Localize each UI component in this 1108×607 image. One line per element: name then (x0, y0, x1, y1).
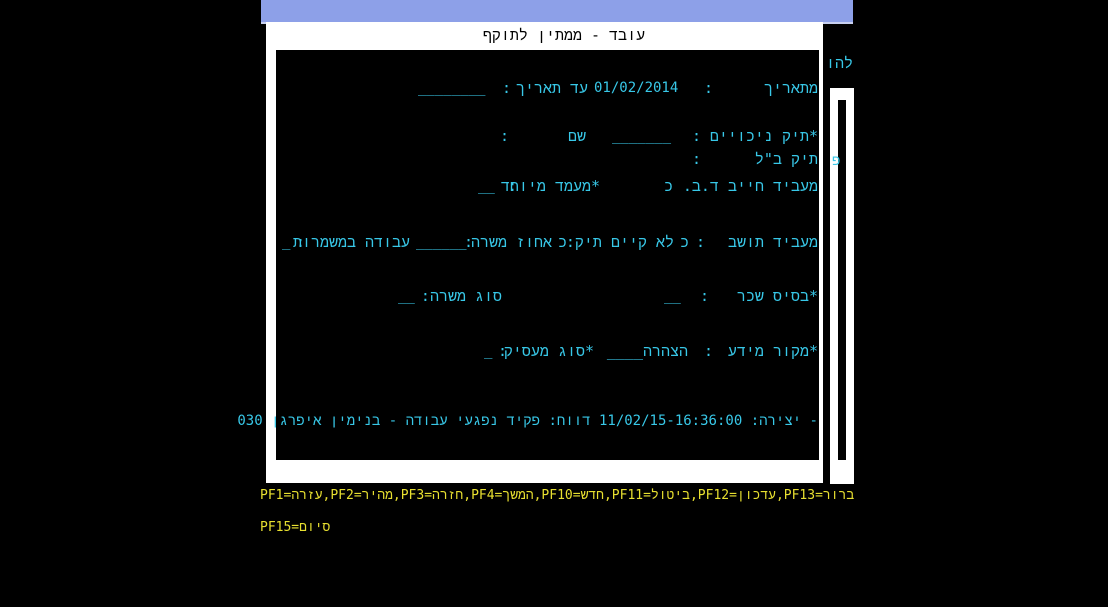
shift-work-colon: : (296, 233, 306, 251)
form-area (276, 50, 819, 460)
no-file-field[interactable]: כ (558, 233, 567, 252)
from-date-field[interactable]: 01/02/2014 (594, 80, 678, 96)
from-date-label: מתאריך (763, 79, 818, 97)
resident-employer-field[interactable]: כ (680, 233, 689, 252)
employer-type-field[interactable]: _ (484, 343, 492, 359)
job-percent-label: אחוז משרה (470, 233, 552, 251)
employer-type-label: *סוג מעסיק (503, 342, 594, 360)
title-bar (261, 0, 853, 24)
to-date-colon: : (502, 79, 512, 97)
resident-employer-colon: : (696, 233, 706, 251)
special-status-colon: : (508, 177, 518, 195)
from-date-colon: : (704, 79, 714, 97)
function-keys-line1: PF1=עזרה,PF2=מהיר,PF3=חזרה,PF4=המשך,PF10… (260, 488, 855, 503)
salary-base-label: *בסיס שכר (736, 287, 818, 305)
shift-work-field[interactable]: _ (282, 234, 290, 250)
nl-file-label: תיק ב"ל (754, 150, 818, 168)
screen-title: עובד - ממתין לתוקף (482, 26, 646, 44)
deductions-file-colon: : (692, 127, 702, 145)
to-date-field[interactable]: ________ (418, 80, 485, 96)
side-label-top: להו (826, 54, 854, 72)
salary-base-colon: : (700, 287, 710, 305)
employer-type-colon: : (498, 342, 508, 360)
to-date-label: עד תאריך (515, 79, 588, 97)
record-footer: - יצירה: 11/02/15-16:36:00 דווח: פקיד נפ… (237, 413, 818, 429)
name-colon: : (500, 127, 510, 145)
info-source-field[interactable]: הצהרה____ (598, 342, 688, 361)
no-file-label: לא קיים תיק: (565, 233, 674, 251)
employer-liable-field[interactable]: כ (664, 177, 673, 196)
special-status-field[interactable]: __ (478, 178, 495, 194)
job-percent-field[interactable]: ______ (416, 234, 467, 250)
job-type-label: סוג משרה: (420, 287, 502, 305)
side-label-mid: פ (832, 153, 841, 169)
info-source-label: *מקור מידע (727, 342, 818, 360)
function-keys-line2: PF15=סיום (260, 520, 331, 535)
salary-base-field[interactable]: __ (664, 288, 681, 304)
special-status-label: *מעמד מיוחד (500, 177, 600, 195)
shift-work-label: עבודה במשמרות (292, 233, 410, 251)
info-source-colon: : (704, 342, 714, 360)
deductions-file-field[interactable]: _______ (612, 128, 671, 144)
job-type-field[interactable]: __ (398, 288, 415, 304)
nl-file-colon: : (692, 150, 702, 168)
deductions-file-label: *תיק ניכויים (709, 127, 818, 145)
name-label: שם (568, 127, 587, 145)
resident-employer-label: מעביד תושב (727, 233, 818, 251)
employer-liable-label: מעביד חייב ד.ב. (682, 177, 818, 195)
terminal-screen: { "colors": {"background": "#000000", "t… (0, 0, 1108, 607)
